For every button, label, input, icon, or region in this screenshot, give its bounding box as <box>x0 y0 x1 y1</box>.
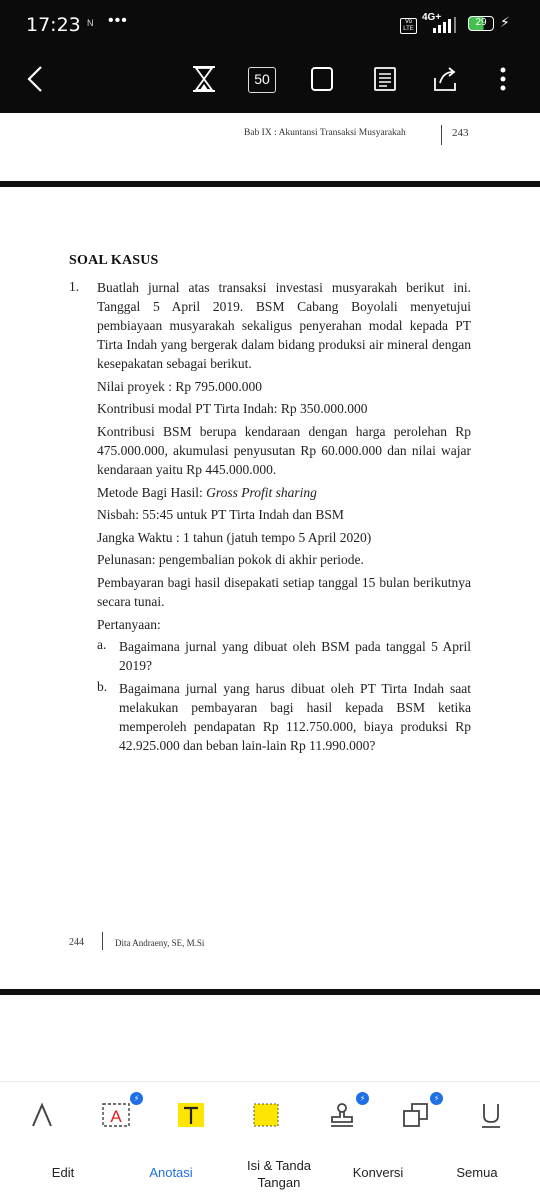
annotation-toolbar: A ⚡ ⚡ ⚡ Edit Anotasi Isi & Tanda Tangan … <box>0 1081 540 1200</box>
fullscreen-icon[interactable] <box>310 64 334 94</box>
question-letter: a. <box>97 637 107 652</box>
jangka-waktu: Jangka Waktu : 1 tahun (jatuh tempo 5 Ap… <box>97 530 372 545</box>
area-highlight-icon[interactable] <box>251 1100 281 1130</box>
tab-semua[interactable]: Semua <box>443 1165 511 1180</box>
more-vert-icon[interactable] <box>497 64 509 94</box>
tab-konversi[interactable]: Konversi <box>343 1165 413 1180</box>
question-text: Bagaimana jurnal yang dibuat oleh BSM pa… <box>119 639 471 673</box>
charging-icon: ⚡ <box>500 14 510 30</box>
document-viewer[interactable]: Bab IX : Akuntansi Transaksi Musyarakah … <box>0 113 540 1081</box>
metode-label: Metode Bagi Hasil: <box>97 485 207 500</box>
shape-icon[interactable] <box>401 1100 431 1130</box>
tab-edit[interactable]: Edit <box>33 1165 93 1180</box>
tab-isi-tanda-tangan[interactable]: Isi & Tanda Tangan <box>236 1157 322 1191</box>
hourglass-icon[interactable] <box>191 64 217 94</box>
reading-mode-icon[interactable] <box>373 64 397 94</box>
kontribusi-modal: Kontribusi modal PT Tirta Indah: Rp 350.… <box>97 401 368 416</box>
status-time: 17:23 <box>26 14 81 36</box>
svg-text:A: A <box>110 1107 122 1126</box>
battery-icon: 29 <box>468 16 494 31</box>
notification-icon: N <box>87 18 94 28</box>
previous-page-header: Bab IX : Akuntansi Transaksi Musyarakah … <box>0 113 540 187</box>
underline-icon[interactable] <box>476 1100 506 1130</box>
question-letter: b. <box>97 679 108 694</box>
page-divider <box>0 181 540 187</box>
tab-anotasi[interactable]: Anotasi <box>135 1165 207 1180</box>
text-highlight-icon[interactable] <box>176 1100 206 1130</box>
page-number: 243 <box>452 127 469 139</box>
share-icon[interactable] <box>431 64 459 94</box>
footer-separator <box>102 932 103 950</box>
pro-badge-icon: ⚡ <box>430 1092 443 1105</box>
pelunasan: Pelunasan: pengembalian pokok di akhir p… <box>97 552 364 567</box>
stamp-icon[interactable] <box>327 1100 357 1130</box>
running-head: Bab IX : Akuntansi Transaksi Musyarakah <box>244 128 406 138</box>
more-notifications-icon: ••• <box>108 12 128 29</box>
back-arrow-icon[interactable] <box>24 64 46 94</box>
top-bar: 17:23 N ••• Vo LTE 4G+ 29 ⚡ 50 <box>0 0 540 113</box>
pro-badge-icon: ⚡ <box>130 1092 143 1105</box>
pembayaran: Pembayaran bagi hasil disepakati setiap … <box>97 575 471 609</box>
page-number-button[interactable]: 50 <box>248 67 276 93</box>
pertanyaan-label: Pertanyaan: <box>97 617 161 632</box>
question-text: Bagaimana jurnal yang harus dibuat oleh … <box>119 681 471 753</box>
intro-paragraph: Buatlah jurnal atas transaksi investasi … <box>97 280 471 371</box>
header-separator <box>441 125 442 145</box>
page-divider <box>0 989 540 995</box>
nilai-proyek: Nilai proyek : Rp 795.000.000 <box>97 379 262 394</box>
kontribusi-bsm: Kontribusi BSM berupa kendaraan dengan h… <box>97 424 471 477</box>
text-box-icon[interactable]: A <box>101 1100 131 1130</box>
metode-bagi-hasil: Metode Bagi Hasil: Gross Profit sharing <box>97 483 471 502</box>
status-bar: 17:23 N ••• Vo LTE 4G+ 29 ⚡ <box>0 0 540 50</box>
nisbah: Nisbah: 55:45 untuk PT Tirta Indah dan B… <box>97 507 344 522</box>
footer-author: Dita Andraeny, SE, M.Si <box>115 938 205 948</box>
signal-icon <box>433 17 456 33</box>
pen-icon[interactable] <box>27 1100 57 1130</box>
case-title: SOAL KASUS <box>69 253 159 268</box>
metode-value: Gross Profit sharing <box>206 485 317 500</box>
item-number: 1. <box>69 279 80 294</box>
footer-page-number: 244 <box>69 937 84 948</box>
volte-icon: Vo LTE <box>400 18 417 34</box>
pro-badge-icon: ⚡ <box>356 1092 369 1105</box>
